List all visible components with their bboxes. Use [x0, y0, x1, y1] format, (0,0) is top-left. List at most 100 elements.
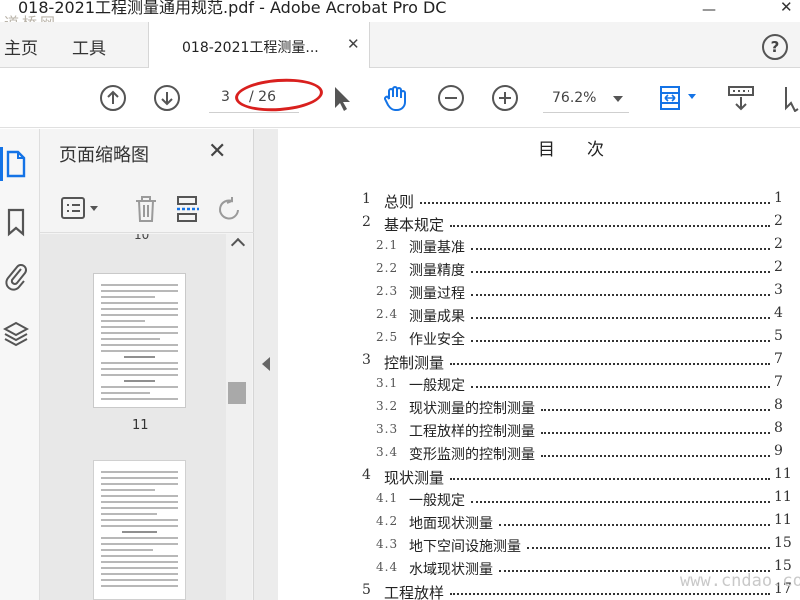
minimize-button[interactable]: —	[702, 2, 716, 18]
thumbnail-scrollbar[interactable]	[226, 234, 252, 600]
toc-page: 11	[774, 466, 792, 482]
toc-leader	[471, 317, 770, 319]
toc-number: 2.5	[376, 330, 399, 344]
bookmark-icon[interactable]	[3, 207, 29, 237]
current-page-input[interactable]: 3	[221, 89, 230, 105]
trash-icon[interactable]	[132, 194, 160, 224]
toc-title: 总则	[384, 193, 415, 211]
close-panel-icon[interactable]: ✕	[208, 139, 226, 164]
toc-entry[interactable]: 2.1 测量基准 2	[278, 236, 800, 259]
page-thumbnail[interactable]	[93, 273, 186, 408]
close-window-button[interactable]: ✕	[780, 0, 793, 16]
toc-entry[interactable]: 3.2 现状测量的控制测量 8	[278, 397, 800, 420]
layers-icon[interactable]	[3, 319, 29, 349]
attachment-icon[interactable]	[3, 261, 29, 291]
zoom-out-icon[interactable]	[437, 84, 465, 112]
toc-entry[interactable]: 3.3 工程放样的控制测量 8	[278, 420, 800, 443]
tab-close-icon[interactable]: ✕	[347, 35, 360, 53]
toc-page: 11	[774, 512, 792, 528]
toc-entry[interactable]: 2 基本规定 2	[278, 213, 800, 236]
toc-entry[interactable]: 2.4 测量成果 4	[278, 305, 800, 328]
toc-number: 4.1	[376, 491, 399, 505]
toc-entry[interactable]: 3.4 变形监测的控制测量 9	[278, 443, 800, 466]
toc-number: 2.3	[376, 284, 399, 298]
toc-leader	[527, 547, 770, 549]
select-icon[interactable]	[329, 84, 357, 112]
tab-document-label: 018-2021工程测量...	[182, 40, 319, 56]
thumbnail-page-number: 10	[134, 234, 150, 242]
insert-pages-icon[interactable]	[174, 194, 202, 224]
red-circle-annotation	[233, 75, 325, 115]
page-number-field[interactable]: 3 / 26	[209, 75, 325, 115]
toc-number: 2	[362, 214, 371, 230]
prev-page-icon[interactable]	[99, 84, 127, 112]
collapse-arrow-icon[interactable]	[262, 357, 270, 371]
toc-leader	[471, 501, 770, 503]
toc-leader	[471, 294, 770, 296]
toc-number: 3.4	[376, 445, 399, 459]
document-view[interactable]: 目次 1 总则 1 2 基本规定 2 2.1 测量基准 2 2.2 测量精度 2 2.3 测量过程 3 2.4…	[278, 129, 800, 600]
toc-page: 4	[774, 305, 783, 321]
toc-leader	[450, 593, 770, 595]
toc-entry[interactable]: 4 现状测量 11	[278, 466, 800, 489]
zoom-dropdown[interactable]: 76.2%	[543, 85, 629, 113]
toc-entry[interactable]: 1 总则 1	[278, 190, 800, 213]
tab-home[interactable]: 主页	[4, 34, 38, 59]
read-mode-icon[interactable]	[727, 84, 755, 112]
toc-number: 3.2	[376, 399, 399, 413]
help-button[interactable]: ?	[762, 34, 788, 60]
hand-icon[interactable]	[381, 84, 409, 112]
toc-leader	[450, 363, 770, 365]
toc-leader	[420, 202, 770, 204]
toc-page: 1	[774, 190, 783, 206]
toc-entry[interactable]: 2.3 测量过程 3	[278, 282, 800, 305]
tab-row: 主页 工具 018-2021工程测量... ✕ ?	[0, 22, 800, 69]
toc-title: 测量基准	[409, 240, 465, 256]
toc-entry[interactable]: 3 控制测量 7	[278, 351, 800, 374]
title-bar: 018-2021工程测量通用规范.pdf - Adobe Acrobat Pro…	[0, 0, 800, 32]
toc-title: 一般规定	[409, 378, 465, 394]
toc-number: 4.2	[376, 514, 399, 528]
fit-page-icon[interactable]	[658, 84, 700, 112]
toc-entry[interactable]: 4.2 地面现状测量 11	[278, 512, 800, 535]
toc-leader	[541, 455, 770, 457]
collapse-panel-strip[interactable]	[254, 129, 278, 600]
options-menu-icon[interactable]	[60, 195, 102, 221]
scroll-up-icon[interactable]	[230, 237, 246, 253]
chevron-down-icon	[613, 96, 623, 102]
toc-leader	[499, 524, 770, 526]
toc-title: 基本规定	[384, 216, 445, 234]
panel-title: 页面缩略图	[59, 145, 149, 166]
page-thumbnail[interactable]	[93, 460, 186, 600]
toc-number: 2.4	[376, 307, 399, 321]
toc-leader	[541, 409, 770, 411]
toc-number: 1	[362, 191, 371, 207]
thumbnails-panel: 页面缩略图 ✕ 10 11	[40, 129, 254, 600]
toc-page: 15	[774, 535, 792, 551]
toc-entry[interactable]: 2.2 测量精度 2	[278, 259, 800, 282]
toc-entry[interactable]: 4.3 地下空间设施测量 15	[278, 535, 800, 558]
toc-leader	[471, 340, 770, 342]
zoom-in-icon[interactable]	[491, 84, 519, 112]
toc-page: 5	[774, 328, 783, 344]
toc-number: 4.3	[376, 537, 399, 551]
toc-entry[interactable]: 4.1 一般规定 11	[278, 489, 800, 512]
rotate-icon[interactable]	[216, 194, 242, 224]
toc-number: 5	[362, 582, 371, 598]
toc-number: 3.1	[376, 376, 399, 390]
scroll-thumb[interactable]	[228, 382, 246, 404]
toc-page: 3	[774, 282, 783, 298]
toc-entry[interactable]: 3.1 一般规定 7	[278, 374, 800, 397]
pages-icon[interactable]	[3, 149, 29, 179]
tab-document[interactable]: 018-2021工程测量... ✕	[148, 22, 370, 69]
toc-entry[interactable]: 2.5 作业安全 5	[278, 328, 800, 351]
toc-title: 水域现状测量	[409, 562, 493, 578]
toc-leader	[450, 478, 770, 480]
toc-page: 9	[774, 443, 783, 459]
zoom-value: 76.2%	[552, 90, 597, 106]
toc-title: 地面现状测量	[409, 516, 493, 532]
tab-tools[interactable]: 工具	[72, 34, 106, 59]
more-icon[interactable]	[783, 84, 800, 112]
toc-leader	[471, 271, 770, 273]
next-page-icon[interactable]	[153, 84, 181, 112]
